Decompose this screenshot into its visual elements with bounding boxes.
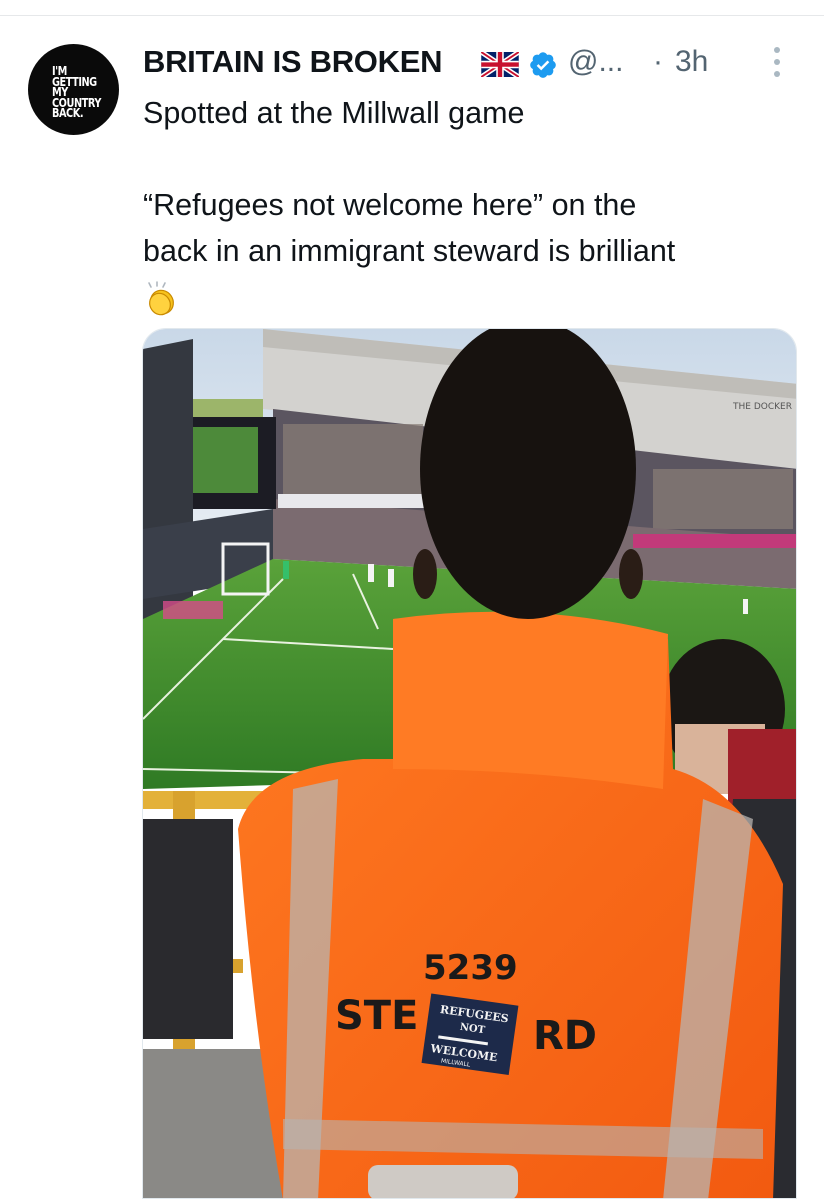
tweet-line: Spotted at the Millwall game bbox=[143, 96, 525, 130]
uk-flag-icon bbox=[481, 52, 519, 77]
more-options-button[interactable] bbox=[765, 44, 789, 84]
author-display-name[interactable]: BRITAIN IS BROKEN bbox=[143, 44, 442, 80]
refugees-sticker: REFUGEES NOT WELCOME MILLWALL bbox=[421, 993, 519, 1076]
more-dot-icon bbox=[774, 71, 780, 77]
tweet-text: Spotted at the Millwall game “Refugees n… bbox=[143, 90, 793, 320]
more-dot-icon bbox=[774, 47, 780, 53]
avatar-logo-text: I'M GETTING MY COUNTRY BACK. bbox=[52, 63, 101, 120]
steward-head bbox=[420, 329, 636, 619]
post-time[interactable]: 3h bbox=[675, 45, 708, 79]
top-divider bbox=[0, 15, 824, 16]
tweet-line: back in an immigrant steward is brillian… bbox=[143, 234, 676, 268]
stand-banner: THE DOCKER bbox=[732, 402, 792, 412]
jacket-word-right: RD bbox=[533, 1013, 597, 1059]
more-dot-icon bbox=[774, 59, 780, 65]
verified-badge-icon bbox=[530, 52, 556, 78]
jacket-number: 5239 bbox=[423, 948, 518, 988]
tweet-line: “Refugees not welcome here” on the bbox=[143, 188, 637, 222]
author-avatar[interactable]: I'M GETTING MY COUNTRY BACK. bbox=[28, 44, 119, 135]
tweet-photo[interactable]: THE DOCKER 5239 STE RD REFUGEES NOT WELC… bbox=[142, 328, 797, 1199]
tweet-header: BRITAIN IS BROKEN @... · 3h bbox=[143, 44, 783, 84]
jacket-word-left: STE bbox=[335, 993, 418, 1039]
separator-dot: · bbox=[653, 45, 663, 78]
author-handle[interactable]: @... bbox=[568, 45, 623, 79]
clapping-hands-icon bbox=[148, 281, 174, 316]
stadium-photo: THE DOCKER 5239 STE RD REFUGEES NOT WELC… bbox=[143, 329, 796, 1198]
